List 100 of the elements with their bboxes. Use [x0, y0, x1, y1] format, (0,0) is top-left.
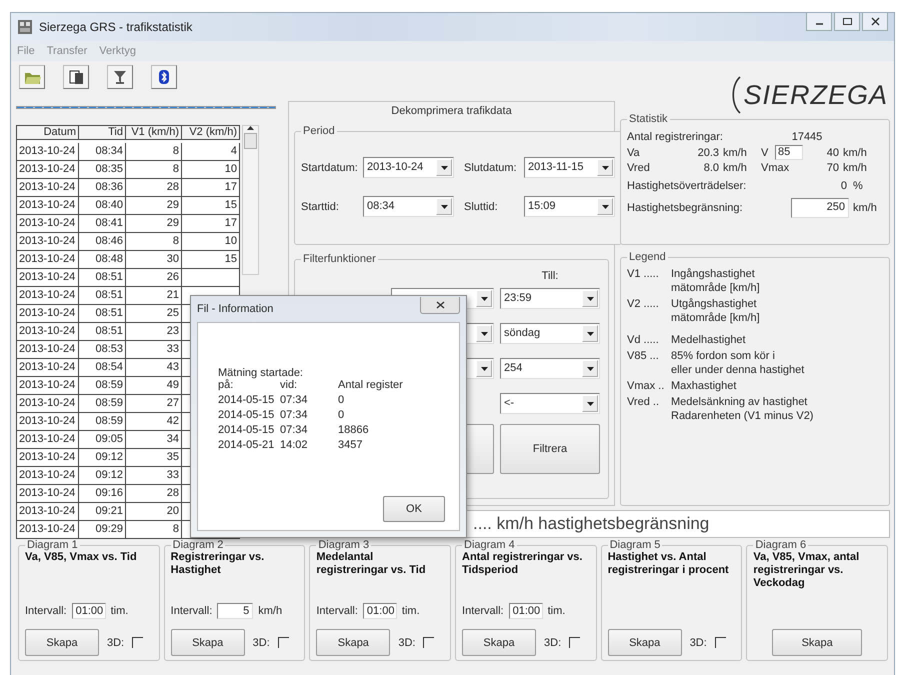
filter-button[interactable]: Filtrera — [500, 424, 600, 474]
dropdown-button[interactable] — [582, 395, 598, 412]
checkbox[interactable] — [278, 637, 289, 648]
create-button[interactable]: Skapa — [772, 629, 862, 656]
legend-key: V2 ..... — [627, 297, 671, 325]
checkbox[interactable] — [714, 637, 726, 648]
create-button[interactable]: Skapa — [462, 629, 536, 656]
table-cell: 20 — [126, 503, 182, 521]
dropdown-button[interactable] — [476, 325, 492, 342]
document-icon — [68, 69, 84, 85]
table-cell: 2013-10-24 — [17, 305, 79, 323]
field-label: Intervall: — [316, 605, 358, 617]
interval-field[interactable]: 01:00 — [362, 603, 397, 619]
legend-text: Medelhastighet — [671, 333, 747, 347]
dropdown-field[interactable]: 08:34 — [363, 196, 454, 217]
checkbox[interactable] — [423, 637, 434, 648]
group-label: Diagram 3 — [317, 539, 370, 551]
scrollbar-thumb[interactable] — [244, 133, 257, 149]
create-button[interactable]: Skapa — [170, 629, 245, 656]
scroll-up-icon — [247, 126, 254, 130]
column-header[interactable]: V1 (km/h) — [126, 125, 182, 140]
create-button[interactable]: Skapa — [25, 629, 99, 656]
dropdown-button[interactable] — [436, 198, 452, 215]
close-button[interactable] — [420, 296, 460, 314]
banner-text: .... km/h hastighetsbegränsning — [473, 514, 710, 534]
legend-text: Radarenheten (V1 minus V2) — [671, 409, 814, 423]
table-cell: 23 — [126, 323, 182, 341]
dropdown-field[interactable]: 23:59 — [500, 288, 600, 309]
field-label: Startdatum: — [301, 162, 359, 174]
table-cell: 2013-10-24 — [17, 215, 79, 233]
dropdown-field[interactable]: söndag — [500, 323, 600, 344]
create-button[interactable]: Skapa — [316, 629, 390, 656]
table-cell: 8 — [126, 161, 182, 179]
table-cell: 08:59 — [79, 413, 126, 431]
dropdown-button[interactable] — [582, 325, 598, 342]
maximize-button[interactable] — [834, 13, 860, 31]
field-label: Sluttid: — [464, 200, 499, 212]
checkbox-label: 3D: — [398, 636, 416, 648]
diagram-title: Medelantal registreringar vs. Tid — [316, 551, 427, 578]
dropdown-button[interactable] — [476, 290, 492, 307]
table-cell: 25 — [126, 305, 182, 323]
column-header[interactable]: Tid — [79, 125, 126, 140]
legend-key: Vmax .. — [627, 379, 671, 393]
table-cell: 49 — [126, 377, 182, 395]
table-cell: 2013-10-24 — [17, 143, 79, 161]
toolbar-button[interactable] — [151, 65, 177, 89]
percentile-field[interactable]: 85 — [775, 145, 803, 160]
checkbox[interactable] — [132, 637, 144, 648]
group-label: Legend — [628, 251, 667, 263]
table-cell: 09:16 — [79, 485, 126, 503]
dropdown-button[interactable] — [476, 360, 492, 377]
dropdown-field[interactable]: <- — [500, 393, 600, 414]
create-button[interactable]: Skapa — [608, 629, 682, 656]
caret-icon — [602, 204, 608, 208]
table-cell-text: 07:34 — [280, 409, 309, 421]
column-header: vid: — [280, 379, 298, 391]
interval-field[interactable]: 01:00 — [72, 603, 106, 619]
table-cell: 2013-10-24 — [17, 467, 79, 485]
table-cell: 08:51 — [79, 305, 126, 323]
table-cell: 2013-10-24 — [17, 395, 79, 413]
toolbar-button[interactable] — [107, 65, 133, 89]
table-cell: 15 — [182, 197, 240, 215]
caret-icon — [586, 332, 594, 336]
dropdown-button[interactable] — [597, 198, 613, 215]
interval-field[interactable]: 01:00 — [508, 603, 543, 619]
table-cell: 08:41 — [79, 215, 126, 233]
dropdown-button[interactable] — [436, 159, 452, 176]
dropdown-field[interactable]: 254 — [500, 358, 600, 379]
interval-field[interactable]: 5 — [217, 603, 254, 619]
checkbox[interactable] — [569, 637, 580, 648]
speed-limit-field[interactable]: 250 — [791, 198, 849, 218]
dropdown-button[interactable] — [582, 290, 598, 307]
table-cell: 10 — [182, 233, 240, 251]
dropdown-button[interactable] — [597, 159, 613, 176]
dropdown-field[interactable]: 15:09 — [524, 196, 615, 217]
table-cell: 15 — [182, 251, 240, 269]
ok-button[interactable]: OK — [383, 496, 445, 522]
table-cell: 4 — [182, 143, 240, 161]
column-header[interactable]: V2 (km/h) — [182, 125, 240, 140]
legend-text: 85% fordon som kör i — [671, 349, 776, 363]
stat-label: Vred — [627, 162, 651, 174]
close-button[interactable] — [862, 13, 888, 31]
legend-text: Medelsänkning av hastighet — [671, 395, 808, 409]
legend-text: mätområde [km/h] — [671, 311, 761, 325]
dropdown-field[interactable]: 2013-11-15 — [524, 157, 615, 178]
table-cell: 08:35 — [79, 161, 126, 179]
scrollbar[interactable] — [242, 125, 259, 275]
column-header[interactable]: Datum — [17, 125, 79, 140]
legend-key: V85 ... — [627, 349, 671, 377]
logo: SIERZEGA — [743, 80, 888, 110]
stat-value: 20.3 — [696, 146, 719, 158]
dropdown-field[interactable]: 2013-10-24 — [363, 157, 454, 178]
table-cell: 08:34 — [79, 143, 126, 161]
group-label: Diagram 1 — [26, 539, 79, 551]
window-title: Sierzega GRS - trafikstatistik — [39, 20, 192, 34]
checkbox-label: 3D: — [544, 636, 562, 648]
dropdown-button[interactable] — [582, 360, 598, 377]
stat-label: V — [761, 146, 770, 158]
unit-label: tim. — [548, 605, 566, 617]
toolbar-button[interactable] — [63, 65, 89, 89]
